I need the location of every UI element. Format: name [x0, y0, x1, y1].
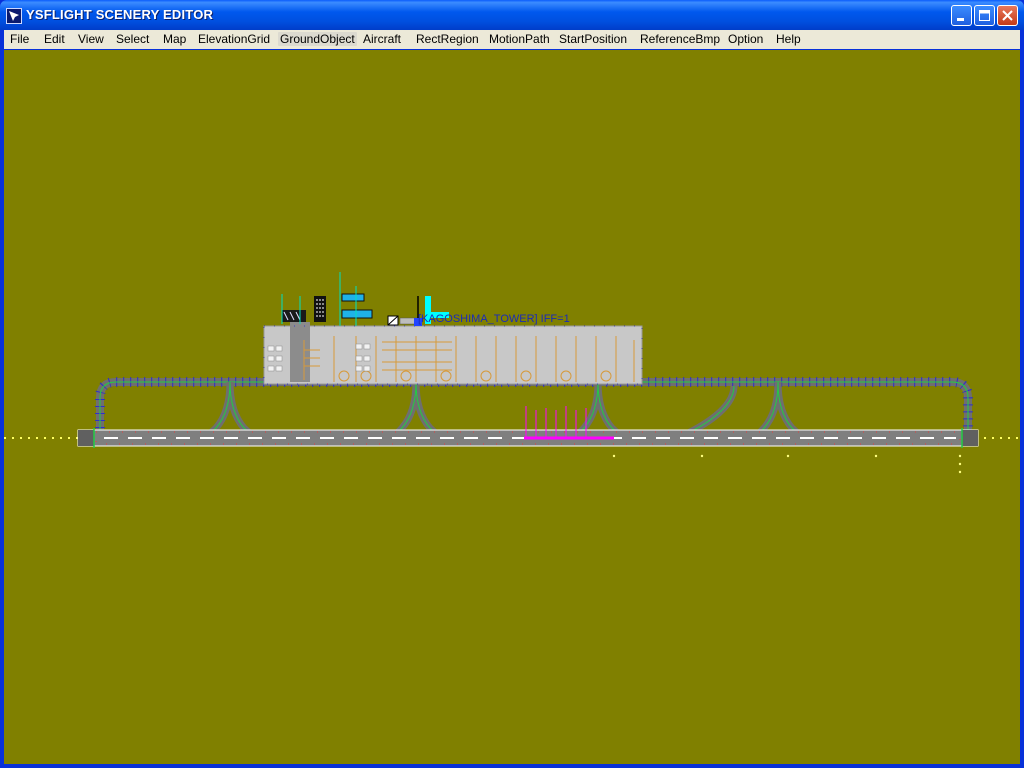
menu-map[interactable]: Map	[163, 32, 186, 46]
minimize-button[interactable]	[951, 5, 972, 26]
maximize-button[interactable]	[974, 5, 995, 26]
menu-option[interactable]: Option	[728, 32, 763, 46]
menu-motion-path[interactable]: MotionPath	[489, 32, 550, 46]
menu-aircraft[interactable]: Aircraft	[363, 32, 401, 46]
menu-start-position[interactable]: StartPosition	[559, 32, 627, 46]
menu-bar: File Edit View Select Map ElevationGrid …	[4, 30, 1020, 49]
runway-sidelights	[612, 454, 962, 474]
menu-file[interactable]: File	[10, 32, 29, 46]
menu-ground-object[interactable]: GroundObject	[278, 32, 357, 46]
menu-reference-bmp[interactable]: ReferenceBmp	[640, 32, 720, 46]
close-button[interactable]	[997, 5, 1018, 26]
selected-object-label: [KAGOSHIMA_TOWER] IFF=1	[418, 313, 570, 325]
app-window: YSFLIGHT SCENERY EDITOR File Edit View S…	[0, 0, 1024, 768]
menu-select[interactable]: Select	[116, 32, 149, 46]
menu-view[interactable]: View	[78, 32, 104, 46]
menu-rect-region[interactable]: RectRegion	[416, 32, 479, 46]
menu-help[interactable]: Help	[776, 32, 801, 46]
scenery-canvas[interactable]: [KAGOSHIMA_TOWER] IFF=1	[4, 50, 1020, 764]
menu-elevation-grid[interactable]: ElevationGrid	[198, 32, 270, 46]
app-icon[interactable]	[6, 8, 22, 24]
title-bar[interactable]: YSFLIGHT SCENERY EDITOR	[0, 0, 1024, 30]
terminal-apron[interactable]	[263, 322, 643, 385]
maximize-icon	[979, 10, 990, 21]
close-icon	[1002, 10, 1013, 21]
minimize-icon	[957, 18, 964, 21]
menu-edit[interactable]: Edit	[44, 32, 65, 46]
ground-objects[interactable]	[281, 272, 419, 326]
window-title: YSFLIGHT SCENERY EDITOR	[26, 7, 214, 22]
